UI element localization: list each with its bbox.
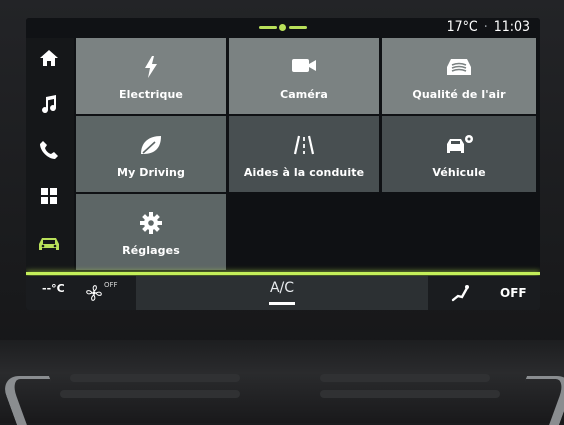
phone-icon (40, 141, 58, 159)
music-icon (42, 95, 57, 114)
status-readout: 17°C · 11:03 (447, 19, 530, 35)
video-camera-icon (292, 59, 316, 72)
tile-my-driving[interactable]: My Driving (76, 116, 226, 192)
accent-divider (26, 272, 540, 275)
leaf-icon (141, 136, 161, 154)
fan-icon (86, 285, 102, 301)
gear-icon (140, 212, 162, 234)
vehicle-settings-icon (447, 135, 473, 153)
air-quality-icon (447, 59, 471, 75)
tile-label: Aides à la conduite (243, 166, 365, 179)
sidebar-item-phone[interactable] (32, 132, 66, 168)
tile-label: Qualité de l'air (412, 88, 506, 101)
tile-label: Caméra (280, 88, 328, 101)
tile-driving-aids[interactable]: Aides à la conduite (229, 116, 379, 192)
sidebar (26, 38, 74, 270)
ac-label: A/C (269, 280, 295, 296)
tile-label: Réglages (122, 244, 180, 257)
tile-settings[interactable]: Réglages (76, 194, 226, 270)
seat-heating-icon[interactable] (450, 284, 470, 302)
status-separator: · (483, 19, 488, 35)
tile-vehicle[interactable]: Véhicule (382, 116, 536, 192)
fan-status: OFF (104, 281, 118, 289)
tile-label: My Driving (117, 166, 185, 179)
left-temperature[interactable]: --°C (42, 282, 65, 295)
climate-bar: --°C OFF A/C OFF (26, 276, 540, 310)
status-bar: 17°C · 11:03 (26, 18, 540, 38)
tile-electrique[interactable]: Electrique (76, 38, 226, 114)
road-lanes-icon (293, 135, 315, 155)
tile-label: Electrique (119, 88, 183, 101)
ac-button[interactable]: A/C (136, 276, 428, 310)
ac-indicator (269, 302, 295, 305)
pull-down-handle[interactable] (259, 24, 307, 31)
home-icon (40, 50, 58, 66)
outside-temperature: 17°C (446, 19, 478, 35)
tile-camera[interactable]: Caméra (229, 38, 379, 114)
air-vents (0, 340, 564, 425)
apps-grid-icon (41, 188, 57, 204)
seat-status[interactable]: OFF (500, 286, 527, 300)
tile-label: Véhicule (432, 166, 486, 179)
app-grid: Electrique Caméra Qualité de l'air My Dr… (76, 38, 536, 270)
lightning-icon (145, 56, 157, 78)
sidebar-item-apps[interactable] (32, 178, 66, 214)
tile-air-quality[interactable]: Qualité de l'air (382, 38, 536, 114)
car-icon (39, 238, 59, 250)
sidebar-item-home[interactable] (32, 40, 66, 76)
infotainment-screen: 17°C · 11:03 Electrique Caméra Qualité d… (26, 18, 540, 310)
sidebar-item-vehicle[interactable] (32, 226, 66, 262)
clock: 11:03 (493, 19, 530, 35)
sidebar-item-music[interactable] (32, 86, 66, 122)
